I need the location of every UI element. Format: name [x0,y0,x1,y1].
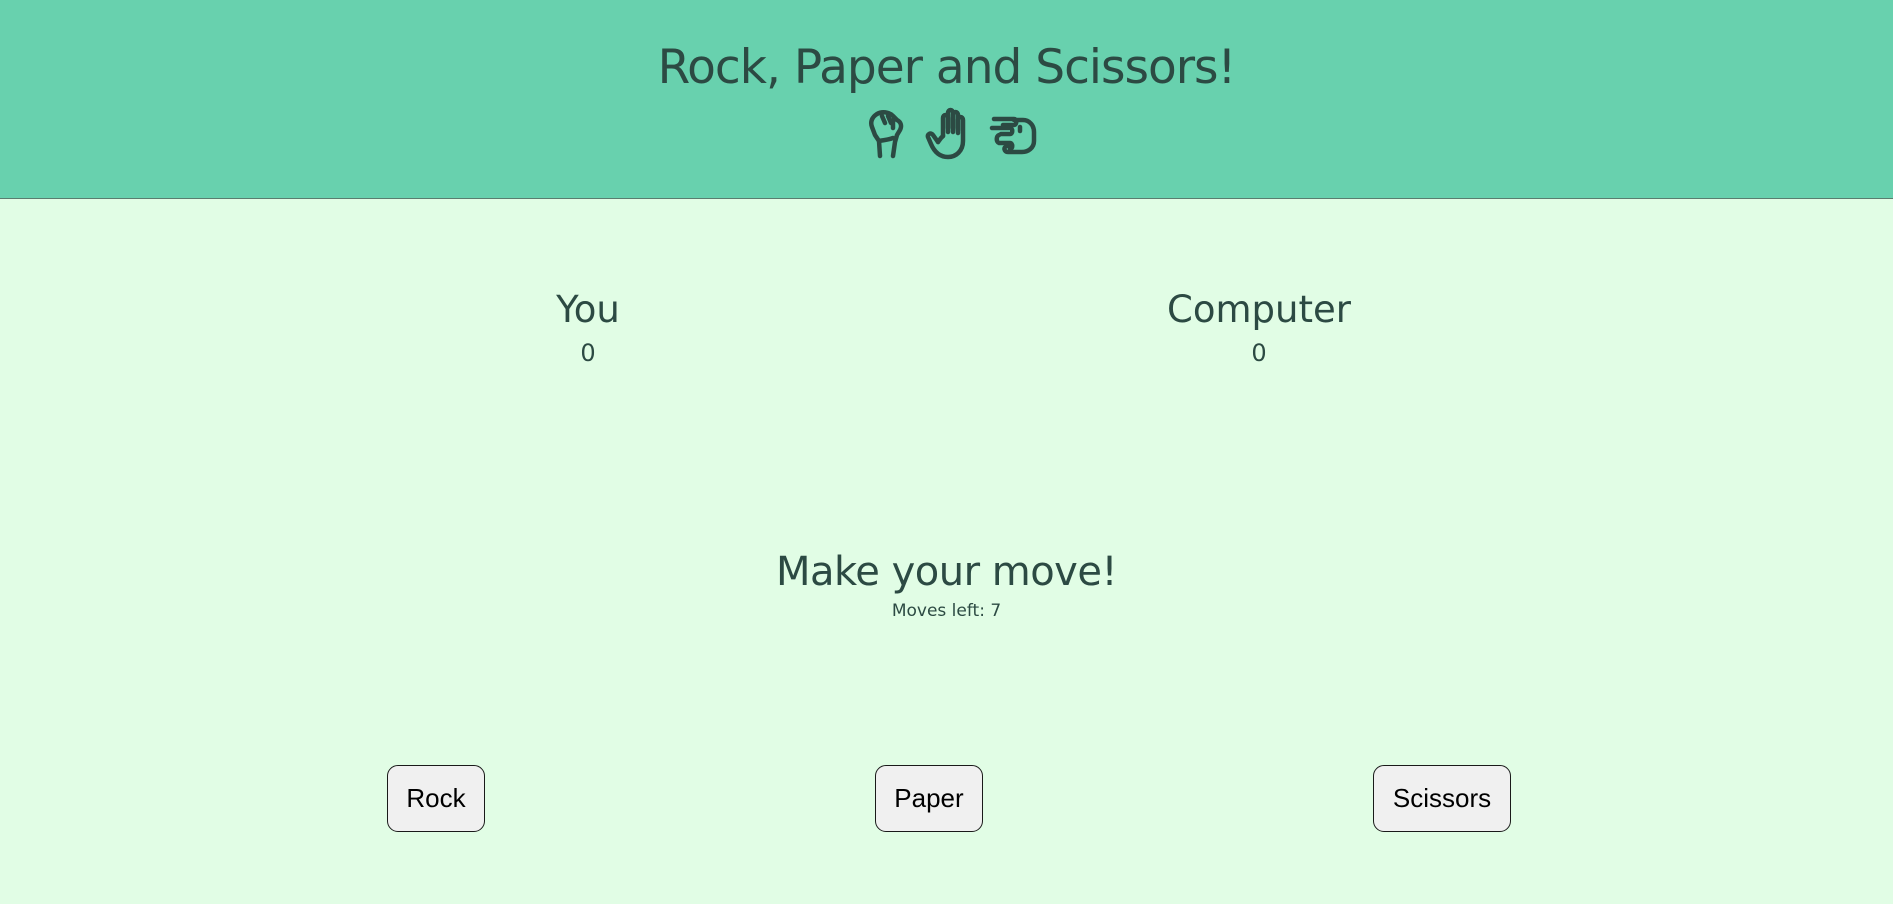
player-score: 0 [580,339,596,367]
scissors-button[interactable]: Scissors [1373,765,1511,832]
computer-label: Computer [1167,288,1351,331]
rock-button[interactable]: Rock [387,765,485,832]
player-label: You [556,288,620,331]
moves-left-counter: Moves left: 7 [891,601,1002,621]
status-message: Make your move! [776,549,1118,595]
hand-icons [860,106,1040,160]
paper-button[interactable]: Paper [875,765,983,832]
scissors-hand-icon [989,116,1037,155]
header: Rock, Paper and Scissors! [0,0,1893,199]
computer-score: 0 [1251,339,1267,367]
page-title: Rock, Paper and Scissors! [657,40,1237,95]
paper-hand-icon [925,107,966,160]
rock-hand-icon [868,110,904,159]
